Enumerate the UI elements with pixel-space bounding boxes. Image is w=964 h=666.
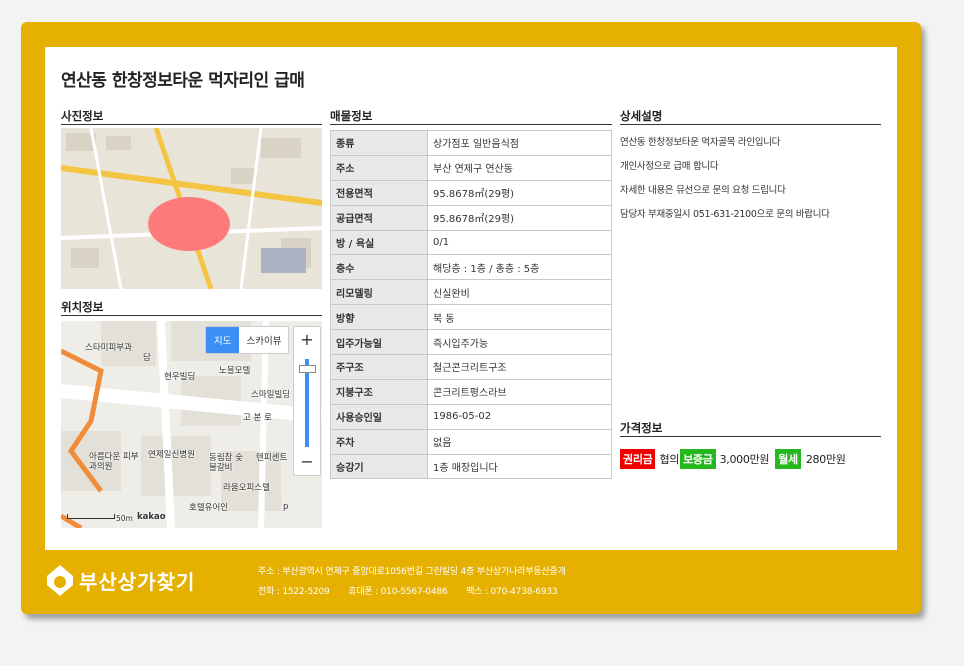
property-key: 방 / 욕실 [330, 229, 428, 256]
property-value: 상가점포 일반음식점 [427, 130, 612, 156]
zoom-slider-handle[interactable] [299, 365, 316, 373]
map-label: 동림참 숯불갈비 [209, 453, 243, 473]
map-label: 라움오피스텔 [223, 483, 270, 493]
location-map[interactable]: 스타미피부과 담 현우빌딩 노블모텔 스마일빌딩 고 분 로 아름다운 피부과의… [61, 321, 322, 528]
property-value: 부산 연제구 연산동 [427, 154, 612, 181]
premium-badge: 권리금 [620, 449, 656, 469]
map-label: 현우빌딩 [164, 372, 196, 382]
property-row: 종류 상가점포 일반음식점 [330, 130, 612, 156]
property-row: 입주가능일 즉시입주가능 [330, 329, 612, 356]
monthly-rent-value: 280만원 [805, 453, 846, 466]
scale-label: 50m [116, 514, 133, 523]
site-logo-text: 부산상가찾기 [79, 569, 196, 594]
property-row: 방 / 욕실 0/1 [330, 229, 612, 256]
zoom-out-button[interactable]: − [294, 449, 320, 475]
map-label: 담 [143, 353, 151, 363]
map-label: 고 분 로 [243, 413, 272, 423]
map-type-switch: 지도 스카이뷰 [205, 326, 290, 354]
detail-description: 연산동 한창정보타운 먹자골목 라인입니다 개인사정으로 급매 합니다 자세한 … [620, 131, 830, 227]
property-key: 전용면적 [330, 179, 428, 206]
zoom-in-button[interactable]: + [294, 327, 320, 353]
photo-section-heading: 사진정보 [61, 108, 322, 125]
price-info: 권리금 협의 보증금 3,000만원 월세 280만원 [620, 449, 846, 469]
location-section-heading: 위치정보 [61, 299, 322, 316]
property-key: 지붕구조 [330, 378, 428, 405]
map-view-button[interactable]: 지도 [206, 327, 240, 353]
detail-section-heading: 상세설명 [620, 108, 881, 125]
map-label: 스마일빌딩 [251, 390, 291, 400]
footer-fax: 팩스 : 070-4738-6933 [466, 587, 558, 597]
property-key: 종류 [330, 130, 428, 156]
property-value: 1986-05-02 [427, 403, 612, 430]
property-value: 없음 [427, 428, 612, 455]
property-value: 북 동 [427, 304, 612, 331]
property-value: 신실완비 [427, 279, 612, 306]
footer-contact: 주소 : 부산광역시 연제구 중앙대로1056번길 그린빌딩 4층 부산상가나라… [258, 562, 573, 602]
property-key: 리모델링 [330, 279, 428, 306]
property-row: 사용승인일 1986-05-02 [330, 403, 612, 430]
property-row: 공급면적 95.8678㎡(29평) [330, 204, 612, 231]
deposit-badge: 보증금 [680, 449, 716, 469]
monthly-rent-badge: 월세 [775, 449, 801, 469]
map-label: 노블모텔 [219, 366, 251, 376]
property-key: 층수 [330, 254, 428, 281]
map-photo-graphic [61, 128, 322, 289]
map-label: 연제일신병원 [148, 450, 195, 460]
property-value: 1층 매장입니다 [427, 453, 612, 480]
property-value: 해당층 : 1층 / 총층 : 5층 [427, 254, 612, 281]
house-pin-icon [47, 565, 73, 596]
property-value: 콘크리트평스라브 [427, 378, 612, 405]
property-row: 승강기 1층 매장입니다 [330, 453, 612, 480]
property-section-heading: 매물정보 [330, 108, 612, 125]
map-label: 호텔유어인 [189, 503, 229, 513]
property-value: 0/1 [427, 229, 612, 256]
property-key: 주차 [330, 428, 428, 455]
property-value: 철근콘크리트구조 [427, 354, 612, 380]
description-line: 자세한 내용은 뮤선으로 문의 요청 드립니다 [620, 185, 786, 196]
property-key: 사용승인일 [330, 403, 428, 430]
zoom-control: + − [293, 326, 321, 476]
map-label: 스타미피부과 [85, 343, 132, 353]
premium-value: 협의 [659, 453, 680, 466]
property-row: 주구조 철근콘크리트구조 [330, 354, 612, 380]
property-row: 층수 해당층 : 1층 / 총층 : 5층 [330, 254, 612, 281]
property-value: 95.8678㎡(29평) [427, 179, 612, 206]
map-label: p [283, 502, 289, 512]
property-key: 주구조 [330, 354, 428, 380]
property-key: 주소 [330, 154, 428, 181]
description-line: 담당자 부재중일시 051-631-2100으로 문의 바랍니다 [620, 209, 830, 220]
footer-address: 주소 : 부산광역시 연제구 중앙대로1056번길 그린빌딩 4층 부산상가나라… [258, 567, 566, 577]
property-info-table: 종류 상가점포 일반음식점 주소 부산 연제구 연산동 전용면적 95.8678㎡(29평… [330, 130, 612, 480]
property-row: 주소 부산 연제구 연산동 [330, 154, 612, 181]
footer-phone: 전화 : 1522-5209 [258, 587, 330, 597]
description-line: 연산동 한창정보타운 먹자골목 라인입니다 [620, 137, 781, 148]
property-value: 즉시입주가능 [427, 329, 612, 356]
price-section-heading: 가격정보 [620, 420, 881, 437]
property-key: 승강기 [330, 453, 428, 480]
property-key: 입주가능일 [330, 329, 428, 356]
map-label: 텐피센트 [256, 453, 288, 463]
property-row: 주차 없음 [330, 428, 612, 455]
property-row: 방향 북 동 [330, 304, 612, 331]
footer-mobile: 휴대폰 : 010-5567-0486 [348, 587, 448, 597]
deposit-value: 3,000만원 [719, 453, 770, 466]
skyview-button[interactable]: 스카이뷰 [239, 327, 288, 353]
scale-bar [67, 514, 115, 519]
description-line: 개인사정으로 급매 합니다 [620, 161, 719, 172]
property-key: 공급면적 [330, 204, 428, 231]
property-row: 전용면적 95.8678㎡(29평) [330, 179, 612, 206]
property-key: 방향 [330, 304, 428, 331]
photo-map-image[interactable] [61, 128, 322, 289]
map-label: 아름다운 피부과의원 [89, 452, 139, 472]
property-row: 지붕구조 콘크리트평스라브 [330, 378, 612, 405]
site-logo[interactable]: 부산상가찾기 [45, 563, 195, 597]
property-row: 리모델링 신실완비 [330, 279, 612, 306]
property-value: 95.8678㎡(29평) [427, 204, 612, 231]
page-title: 연산동 한창정보타운 먹자리인 급매 [61, 71, 305, 91]
kakao-logo: kakao [137, 512, 166, 522]
